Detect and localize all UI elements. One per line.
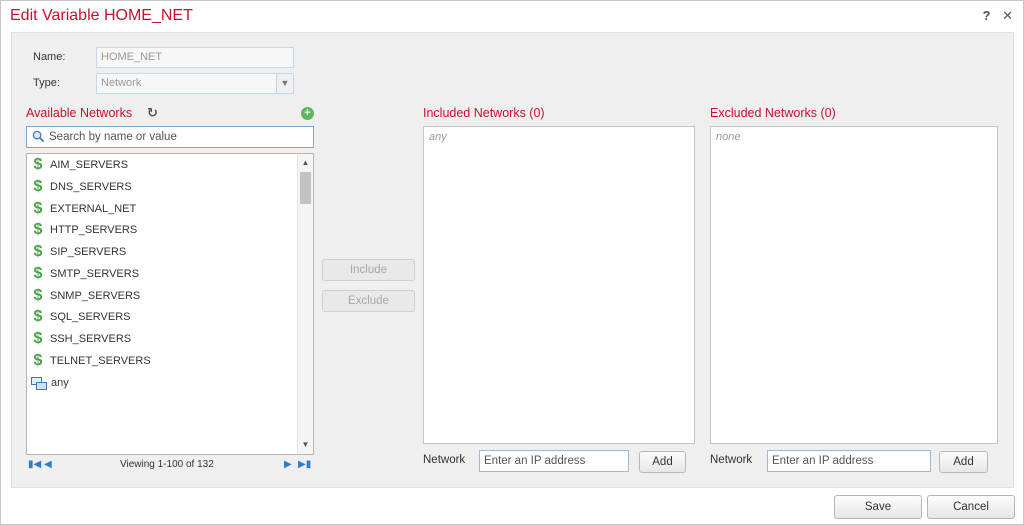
search-box (26, 126, 314, 148)
type-select-value: Network (101, 77, 142, 89)
dollar-variable-icon: $ (33, 156, 43, 174)
first-page-icon[interactable]: ▮◀ (28, 459, 41, 471)
type-select[interactable]: Network ▼ (96, 73, 294, 94)
search-icon (32, 130, 45, 143)
save-button[interactable]: Save (834, 495, 922, 519)
list-item[interactable]: $ SNMP_SERVERS (31, 286, 293, 306)
list-item[interactable]: $ SIP_SERVERS (31, 242, 293, 262)
network-object-icon (31, 376, 47, 390)
dollar-variable-icon: $ (33, 221, 43, 239)
last-page-icon[interactable]: ▶▮ (298, 459, 311, 471)
dialog-titlebar: Edit Variable HOME_NET ? ✕ (1, 1, 1023, 32)
excluded-add-button[interactable]: Add (939, 451, 988, 473)
list-item[interactable]: $ EXTERNAL_NET (31, 199, 293, 219)
available-networks-title: Available Networks (26, 106, 133, 120)
list-item[interactable]: $ HTTP_SERVERS (31, 220, 293, 240)
dollar-variable-icon: $ (33, 178, 43, 196)
list-item[interactable]: $ DNS_SERVERS (31, 177, 293, 197)
exclude-button[interactable]: Exclude (322, 290, 415, 312)
list-item[interactable]: any (31, 373, 293, 393)
included-empty-text: any (429, 131, 447, 143)
excluded-ip-input[interactable] (767, 450, 931, 472)
search-input[interactable] (49, 129, 311, 145)
included-ip-input[interactable] (479, 450, 629, 472)
name-field[interactable]: HOME_NET (96, 47, 294, 68)
add-network-icon[interactable]: + (301, 107, 314, 120)
close-icon[interactable]: ✕ (1002, 8, 1013, 23)
include-button[interactable]: Include (322, 259, 415, 281)
excluded-networks-pane[interactable]: none (710, 126, 998, 444)
list-item[interactable]: $ AIM_SERVERS (31, 155, 293, 175)
dialog-body: Name: HOME_NET Type: Network ▼ Available… (11, 32, 1014, 488)
cancel-button[interactable]: Cancel (927, 495, 1015, 519)
list-item[interactable]: $ SQL_SERVERS (31, 307, 293, 327)
chevron-down-icon[interactable]: ▼ (276, 74, 293, 93)
dollar-variable-icon: $ (33, 287, 43, 305)
pager-status: Viewing 1-100 of 132 (120, 459, 214, 470)
excluded-networks-title: Excluded Networks (0) (710, 106, 836, 120)
list-scrollbar[interactable]: ▲ ▼ (297, 154, 313, 454)
dialog-title: Edit Variable HOME_NET (10, 7, 193, 24)
scroll-up-arrow-icon[interactable]: ▲ (298, 156, 313, 170)
name-label: Name: (33, 51, 66, 63)
list-item[interactable]: $ SSH_SERVERS (31, 329, 293, 349)
included-network-label: Network (423, 454, 466, 466)
next-page-icon[interactable]: ▶ (284, 459, 292, 471)
edit-variable-dialog: Edit Variable HOME_NET ? ✕ Name: HOME_NE… (0, 0, 1024, 525)
type-label: Type: (33, 77, 60, 89)
included-add-button[interactable]: Add (639, 451, 686, 473)
included-networks-title: Included Networks (0) (423, 106, 545, 120)
excluded-empty-text: none (716, 131, 741, 143)
list-item[interactable]: $ SMTP_SERVERS (31, 264, 293, 284)
dollar-variable-icon: $ (33, 265, 43, 283)
available-networks-list: $ AIM_SERVERS $ DNS_SERVERS $ EXTERNAL_NET … (26, 153, 314, 455)
excluded-network-label: Network (710, 454, 753, 466)
dollar-variable-icon: $ (33, 330, 43, 348)
title-actions: ? ✕ (975, 8, 1013, 24)
dollar-variable-icon: $ (33, 308, 43, 326)
dollar-variable-icon: $ (33, 243, 43, 261)
dollar-variable-icon: $ (33, 352, 43, 370)
refresh-icon[interactable]: ↻ (147, 105, 158, 121)
included-networks-pane[interactable]: any (423, 126, 695, 444)
help-icon[interactable]: ? (983, 8, 991, 23)
list-item[interactable]: $ TELNET_SERVERS (31, 351, 293, 371)
scroll-down-arrow-icon[interactable]: ▼ (298, 438, 313, 452)
previous-page-icon[interactable]: ◀ (44, 459, 52, 471)
scroll-thumb[interactable] (300, 172, 311, 204)
list-pager: ▮◀ ◀ Viewing 1-100 of 132 ▶ ▶▮ (26, 459, 314, 473)
dollar-variable-icon: $ (33, 200, 43, 218)
